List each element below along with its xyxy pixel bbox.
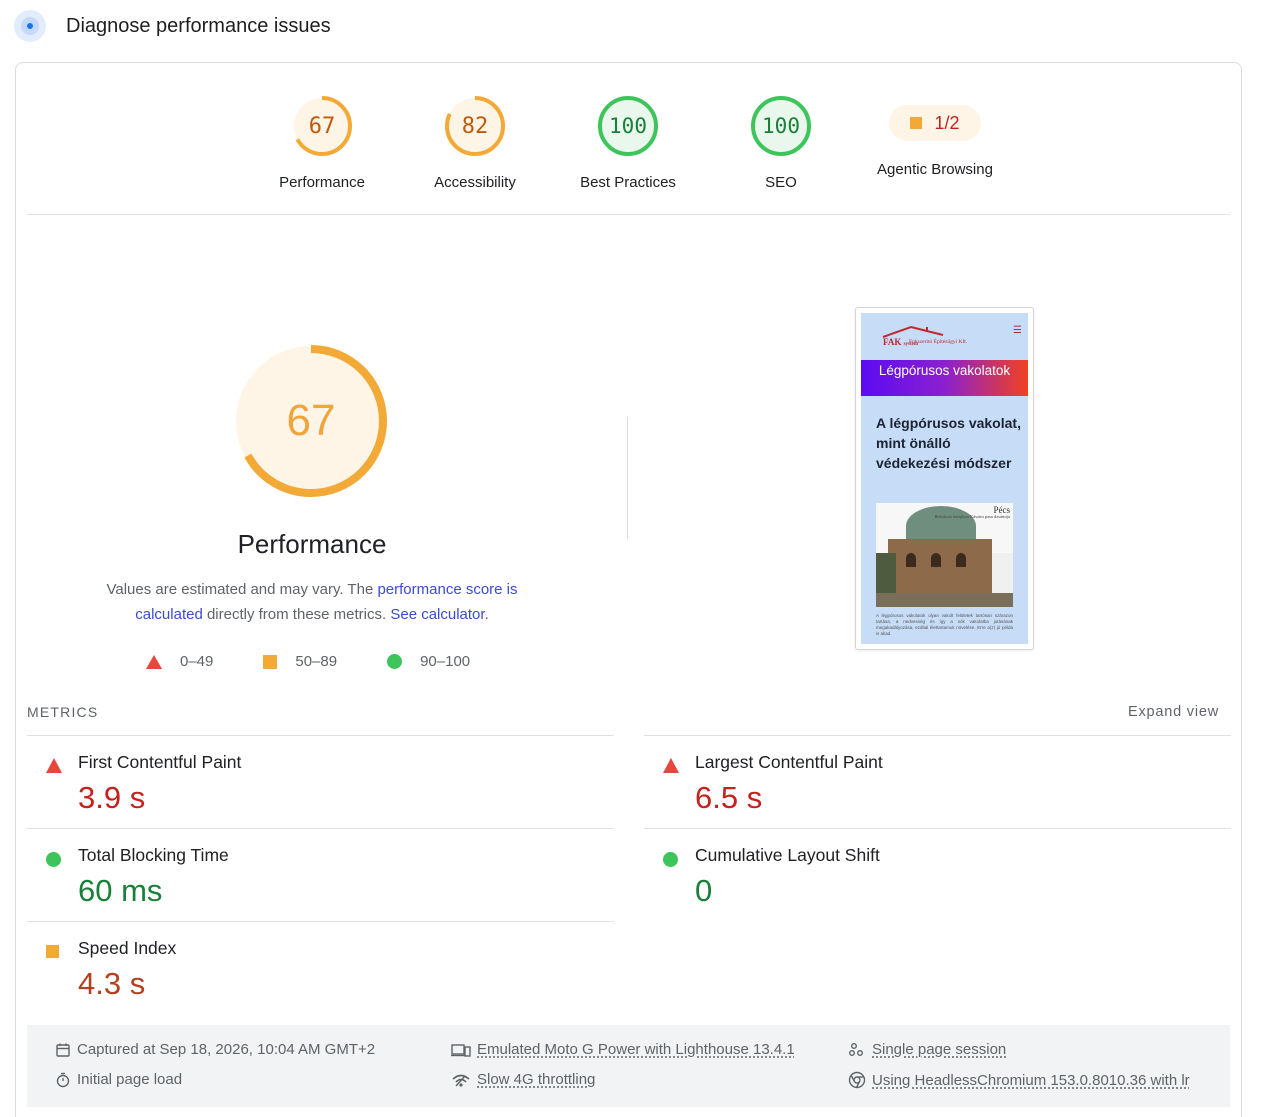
page-banner: Légpórusos vakolatok [861, 360, 1028, 396]
session-type[interactable]: Single page session [848, 1041, 1006, 1058]
metric-fcp: First Contentful Paint 3.9 s [27, 735, 614, 828]
score-legend: 0–49 50–89 90–100 [146, 653, 520, 670]
page-load-type: Initial page load [55, 1071, 182, 1088]
gauge-label: Accessibility [434, 174, 516, 191]
stopwatch-icon [56, 1072, 70, 1087]
average-square-icon [263, 654, 278, 669]
metric-lcp: Largest Contentful Paint 6.5 s [644, 735, 1231, 828]
calendar-icon [56, 1043, 70, 1057]
gauge-ring: 100 [598, 96, 658, 156]
agentic-pill: 1/2 [889, 105, 981, 141]
section-header: Diagnose performance issues [14, 10, 331, 42]
metric-cls: Cumulative Layout Shift 0 [644, 828, 1231, 921]
gauge-score: 100 [762, 114, 800, 138]
gauge-score: 82 [462, 114, 489, 139]
performance-score-large: 67 [287, 396, 336, 445]
fail-triangle-icon [663, 758, 679, 773]
gauge-label: Best Practices [580, 174, 676, 191]
gauge-label: Performance [279, 174, 365, 191]
gauge-accessibility[interactable]: 82 Accessibility [410, 93, 540, 191]
gauge-score: 67 [309, 114, 336, 139]
legend-average: 50–89 [263, 653, 337, 670]
score-gauges: 67 Performance 82 Accessibility 100 Best… [16, 63, 1241, 215]
final-screenshot[interactable]: FAK system Fukszeritó Építésügyi Kft. ☰ … [855, 307, 1034, 650]
legend-pass: 90–100 [387, 653, 470, 670]
average-square-icon [46, 945, 59, 958]
expand-view-toggle[interactable]: Expand view [1128, 704, 1219, 720]
average-square-icon [910, 117, 923, 129]
vertical-divider [627, 417, 628, 539]
devices-icon [451, 1043, 471, 1057]
metric-label: Speed Index [78, 938, 177, 958]
metric-label: Cumulative Layout Shift [695, 845, 880, 865]
mosque-photo: Pécs Belvárosi templom Kászim pasa dzsámi… [876, 503, 1013, 607]
emulated-device[interactable]: Emulated Moto G Power with Lighthouse 13… [451, 1041, 795, 1058]
session-icon [849, 1042, 863, 1056]
fail-triangle-icon [146, 654, 162, 669]
pass-circle-icon [46, 852, 61, 867]
legend-fail: 0–49 [146, 653, 213, 670]
metric-value: 6.5 s [695, 780, 763, 815]
pass-circle-icon [663, 852, 678, 867]
metrics-header: METRICS [27, 704, 99, 720]
gauge-score: 100 [609, 114, 647, 138]
agentic-value: 1/2 [934, 112, 960, 133]
pass-circle-icon [387, 654, 403, 669]
network-throttling[interactable]: Slow 4G throttling [451, 1071, 595, 1088]
performance-description: Values are estimated and may vary. The p… [106, 581, 518, 623]
metric-label: Largest Contentful Paint [695, 752, 883, 772]
brand-subtitle: Fukszeritó Építésügyi Kft. [909, 339, 968, 345]
gauge-agentic-browsing[interactable]: 1/2 Agentic Browsing [870, 93, 1000, 178]
divider [27, 214, 1230, 215]
gauge-label: SEO [765, 174, 797, 191]
metric-value: 4.3 s [78, 966, 146, 1001]
browser-version[interactable]: Using HeadlessChromium 153.0.8010.36 wit… [848, 1071, 1190, 1089]
gauge-ring: 82 [445, 96, 505, 156]
page-heading: A légpórusos vakolat, mint önálló védeke… [876, 415, 1021, 471]
diagnose-icon [14, 10, 46, 42]
page-paragraph: A légpórusos vakolatok olyan vakolt felü… [876, 613, 1013, 636]
gauge-best-practices[interactable]: 100 Best Practices [563, 93, 693, 191]
metric-value: 60 ms [78, 873, 163, 908]
gauge-ring: 67 [292, 96, 352, 156]
metric-speed-index: Speed Index 4.3 s [27, 921, 614, 1014]
gauge-label: Agentic Browsing [877, 161, 993, 178]
photo-caption: Pécs Belvárosi templom Kászim pasa dzsámi… [934, 505, 1010, 520]
report-card: 67 Performance 82 Accessibility 100 Best… [15, 62, 1242, 1117]
performance-gauge-large: 67 [235, 345, 387, 497]
metric-value: 0 [695, 873, 713, 908]
runtime-settings: Captured at Sep 18, 2026, 10:04 AM GMT+2… [27, 1025, 1230, 1107]
gauge-performance[interactable]: 67 Performance [257, 93, 387, 191]
performance-title: Performance [237, 529, 387, 559]
metric-tbt: Total Blocking Time 60 ms [27, 828, 614, 921]
metric-label: Total Blocking Time [78, 845, 229, 865]
metric-label: First Contentful Paint [78, 752, 242, 772]
gauge-seo[interactable]: 100 SEO [716, 93, 846, 191]
hamburger-menu-icon: ☰ [1013, 325, 1022, 336]
gauge-ring: 100 [751, 96, 811, 156]
metric-value: 3.9 s [78, 780, 146, 815]
captured-time: Captured at Sep 18, 2026, 10:04 AM GMT+2 [55, 1041, 375, 1058]
section-title: Diagnose performance issues [66, 14, 331, 37]
chrome-icon [848, 1071, 866, 1089]
fail-triangle-icon [46, 758, 62, 773]
screenshot-page: FAK system Fukszeritó Építésügyi Kft. ☰ … [861, 313, 1028, 644]
signal-icon [452, 1074, 470, 1087]
see-calculator-link[interactable]: See calculator [390, 606, 484, 623]
